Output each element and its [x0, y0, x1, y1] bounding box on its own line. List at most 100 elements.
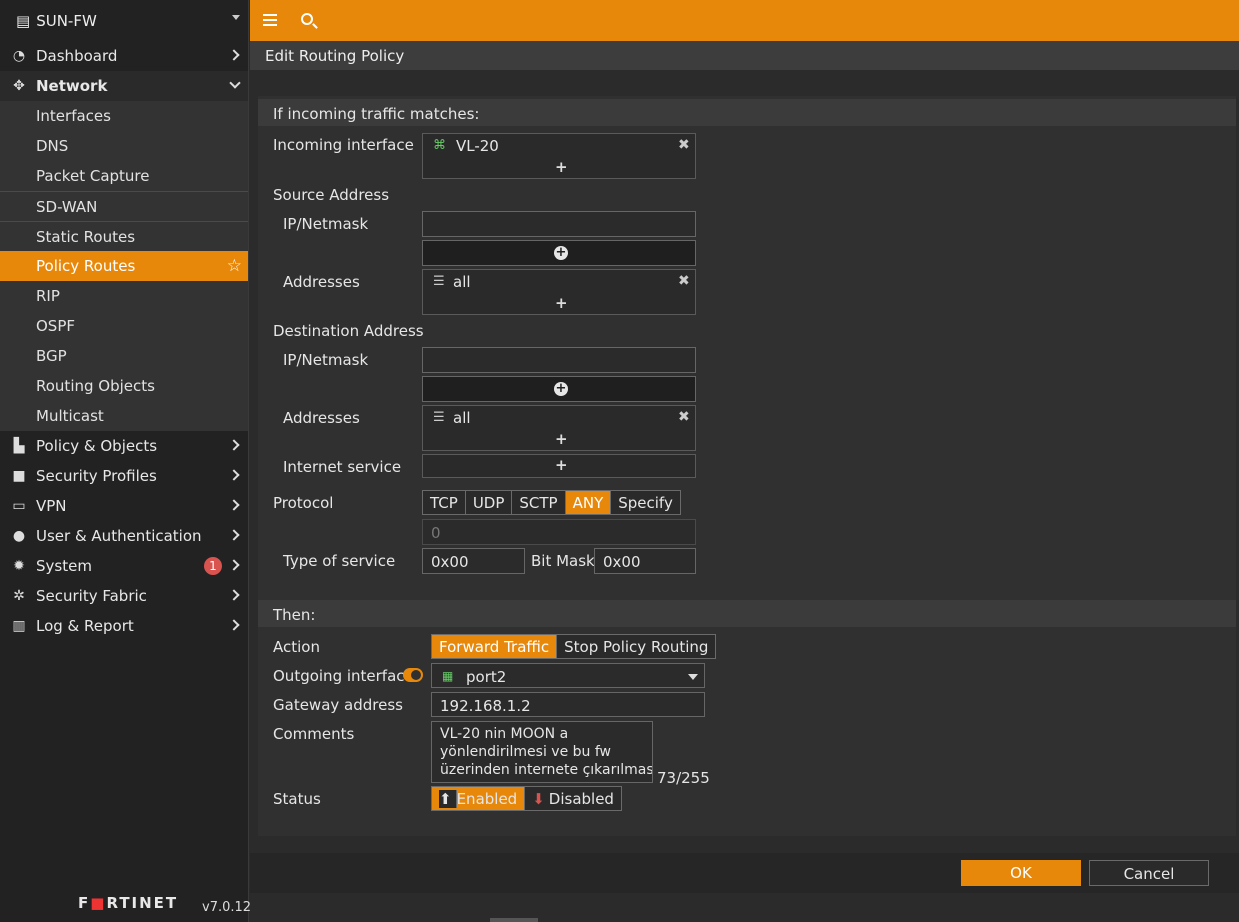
- sidebar-sub-sd-wan[interactable]: SD-WAN: [0, 191, 248, 221]
- sidebar-sub-label: Policy Routes: [36, 257, 136, 275]
- cancel-button[interactable]: Cancel: [1089, 860, 1209, 886]
- protocol-specify[interactable]: Specify: [611, 491, 680, 514]
- incoming-interface-label: Incoming interface: [273, 136, 414, 154]
- destination-address-label: Destination Address: [273, 322, 424, 340]
- sidebar-sub-packet-capture[interactable]: Packet Capture: [0, 161, 248, 191]
- firmware-version: v7.0.12: [202, 900, 252, 915]
- action-stop-policy-routing[interactable]: Stop Policy Routing: [557, 635, 716, 658]
- ok-button[interactable]: OK: [961, 860, 1081, 886]
- add-icon[interactable]: +: [555, 158, 568, 176]
- source-ip-netmask-label: IP/Netmask: [283, 215, 369, 233]
- sidebar-sub-bgp[interactable]: BGP: [0, 341, 248, 371]
- sidebar-sub-interfaces[interactable]: Interfaces: [0, 101, 248, 131]
- action-label: Action: [273, 638, 320, 656]
- add-icon[interactable]: +: [555, 430, 568, 448]
- dest-addresses-field[interactable]: ☰ all ✖ +: [422, 405, 696, 451]
- fabric-icon: ✲: [13, 588, 25, 604]
- protocol-sctp[interactable]: SCTP: [512, 491, 566, 514]
- notification-badge: 1: [204, 557, 222, 575]
- sidebar-sub-dns[interactable]: DNS: [0, 131, 248, 161]
- status-enabled-label: Enabled: [456, 790, 518, 808]
- hamburger-menu-icon[interactable]: [263, 14, 277, 16]
- sidebar-item-security-profiles[interactable]: ■ Security Profiles: [0, 461, 248, 491]
- add-icon[interactable]: +: [555, 294, 568, 312]
- remove-icon[interactable]: ✖: [678, 137, 690, 153]
- sidebar-item-vpn[interactable]: ▭ VPN: [0, 491, 248, 521]
- remove-icon[interactable]: ✖: [678, 273, 690, 289]
- sidebar-item-label: User & Authentication: [36, 527, 202, 545]
- source-addresses-field[interactable]: ☰ all ✖ +: [422, 269, 696, 315]
- footer-bar: OK Cancel: [250, 853, 1239, 893]
- status-disabled-button[interactable]: ⬇ Disabled: [525, 787, 621, 810]
- sidebar-sub-label: BGP: [36, 347, 67, 365]
- outgoing-interface-select[interactable]: ▦ port2: [431, 663, 705, 688]
- protocol-number-input[interactable]: 0: [422, 519, 696, 545]
- sidebar-item-network[interactable]: ✥ Network: [0, 71, 248, 101]
- fortinet-logo: F■RTINET: [78, 894, 179, 912]
- sidebar-item-security-fabric[interactable]: ✲ Security Fabric: [0, 581, 248, 611]
- sidebar-sub-rip[interactable]: RIP: [0, 281, 248, 311]
- internet-service-label: Internet service: [283, 458, 402, 476]
- outgoing-interface-label: Outgoing interface: [273, 667, 414, 685]
- incoming-interface-field[interactable]: ⌘ VL-20 ✖ +: [422, 133, 696, 179]
- add-icon[interactable]: +: [555, 456, 568, 474]
- chevron-right-icon: [228, 49, 240, 61]
- type-of-service-input[interactable]: 0x00: [422, 548, 525, 574]
- sidebar-sub-policy-routes[interactable]: Policy Routes ☆: [0, 251, 248, 281]
- sidebar-sub-multicast[interactable]: Multicast: [0, 401, 248, 431]
- sidebar-item-log-report[interactable]: ▥ Log & Report: [0, 611, 248, 641]
- dest-add-ip-button[interactable]: +: [422, 376, 696, 402]
- star-icon[interactable]: ☆: [227, 256, 242, 276]
- sidebar-sub-label: DNS: [36, 137, 69, 155]
- dest-addresses-value: all: [453, 409, 471, 427]
- gateway-address-input[interactable]: 192.168.1.2: [431, 692, 705, 717]
- sidebar-item-policy-objects[interactable]: ▙ Policy & Objects: [0, 431, 248, 461]
- sidebar-item-system[interactable]: ✹ System 1: [0, 551, 248, 581]
- sidebar-sub-label: SD-WAN: [36, 197, 98, 216]
- protocol-any[interactable]: ANY: [565, 491, 612, 514]
- chevron-right-icon: [228, 499, 240, 511]
- status-selector: ⬆ Enabled ⬇ Disabled: [431, 786, 622, 811]
- sidebar-sub-static-routes[interactable]: Static Routes: [0, 221, 248, 251]
- status-disabled-label: Disabled: [548, 790, 614, 808]
- dest-ip-netmask-input[interactable]: [422, 347, 696, 373]
- sidebar-item-label: VPN: [36, 497, 67, 515]
- bit-mask-input[interactable]: 0x00: [594, 548, 696, 574]
- internet-service-field[interactable]: +: [422, 454, 696, 478]
- form-panel: [258, 96, 1236, 836]
- status-enabled-button[interactable]: ⬆ Enabled: [432, 787, 526, 810]
- dest-addresses-label: Addresses: [283, 409, 360, 427]
- device-name: SUN-FW: [36, 11, 97, 30]
- source-address-label: Source Address: [273, 186, 390, 204]
- scroll-indicator[interactable]: [490, 918, 538, 922]
- search-icon[interactable]: [301, 13, 313, 25]
- sidebar-sub-ospf[interactable]: OSPF: [0, 311, 248, 341]
- user-icon: ●: [12, 528, 26, 544]
- status-label: Status: [273, 790, 321, 808]
- type-of-service-label: Type of service: [283, 552, 396, 570]
- sidebar-item-label: Network: [36, 77, 108, 95]
- chevron-right-icon: [228, 559, 240, 571]
- remove-icon[interactable]: ✖: [678, 409, 690, 425]
- sidebar-sub-label: Static Routes: [36, 227, 136, 246]
- gear-icon: ✹: [13, 558, 25, 574]
- sidebar-sub-label: Multicast: [36, 407, 104, 425]
- arrow-down-circle-icon: ⬇: [532, 790, 545, 808]
- incoming-interface-value: VL-20: [456, 137, 499, 155]
- sidebar-item-label: Policy & Objects: [36, 437, 158, 455]
- source-add-ip-button[interactable]: +: [422, 240, 696, 266]
- comments-textarea[interactable]: VL-20 nin MOON a yönlendirilmesi ve bu f…: [431, 721, 653, 783]
- device-selector[interactable]: ▤ SUN-FW: [0, 0, 248, 41]
- protocol-udp[interactable]: UDP: [465, 491, 513, 514]
- chevron-right-icon: [228, 589, 240, 601]
- sidebar-item-user-authentication[interactable]: ● User & Authentication: [0, 521, 248, 551]
- action-forward-traffic[interactable]: Forward Traffic: [432, 635, 558, 658]
- sidebar-sub-label: OSPF: [36, 317, 76, 335]
- outgoing-interface-toggle[interactable]: [403, 668, 423, 682]
- sidebar-item-dashboard[interactable]: ◔ Dashboard: [0, 41, 248, 71]
- source-ip-netmask-input[interactable]: [422, 211, 696, 237]
- sidebar-sub-routing-objects[interactable]: Routing Objects: [0, 371, 248, 401]
- protocol-tcp[interactable]: TCP: [423, 491, 466, 514]
- chevron-down-icon: [688, 674, 698, 680]
- comments-line: yönlendirilmesi ve bu fw: [440, 744, 611, 760]
